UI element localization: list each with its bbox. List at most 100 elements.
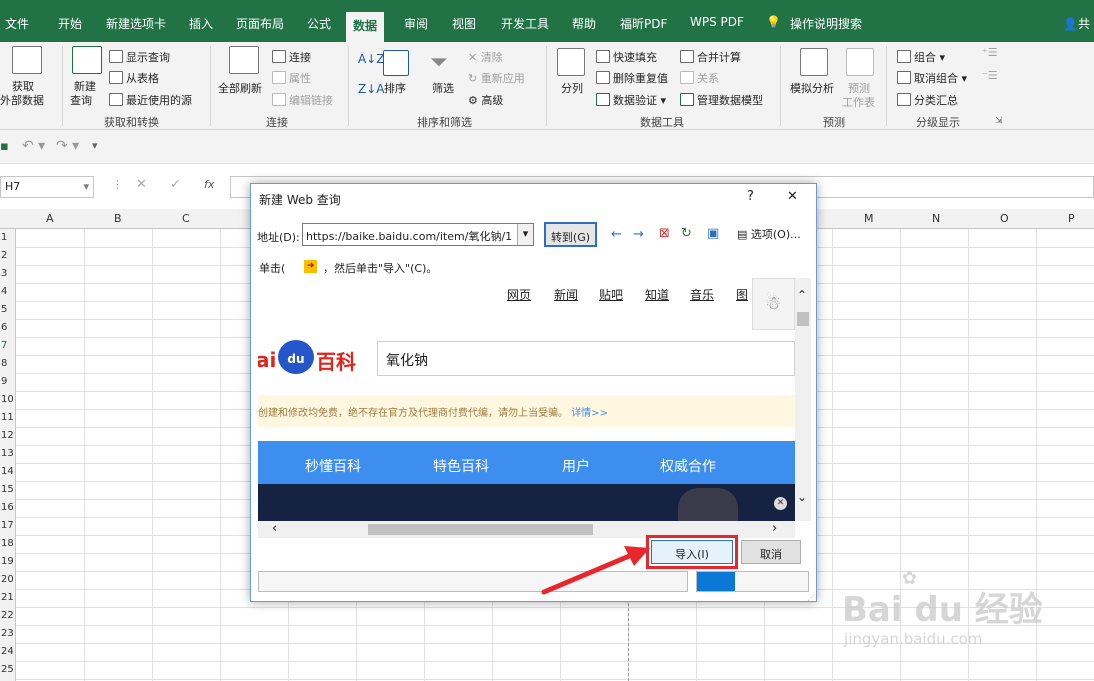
stop-icon[interactable]: ⊠ (659, 226, 670, 241)
nav-item[interactable]: 秒懂百科 (305, 456, 361, 476)
row-header[interactable]: 8 (1, 358, 7, 369)
row-header[interactable]: 12 (1, 430, 14, 441)
row-header[interactable]: 5 (1, 304, 7, 315)
baidu-nav-link[interactable]: 网页 (507, 286, 531, 303)
clear-filter-button[interactable]: ✕ 清除 (468, 49, 503, 65)
tab-home[interactable]: 开始 (58, 15, 82, 32)
tell-me-search[interactable]: 操作说明搜索 (790, 15, 862, 32)
baidu-nav-link[interactable]: 知道 (645, 286, 669, 303)
scroll-up-icon[interactable]: ⌃ (797, 288, 807, 302)
go-button[interactable]: 转到(G) (544, 222, 597, 247)
baidu-nav-link[interactable]: 音乐 (690, 286, 714, 303)
nav-item[interactable]: 用户 (562, 456, 590, 476)
scroll-thumb[interactable] (797, 312, 809, 326)
back-icon[interactable]: ← (611, 227, 622, 242)
hide-detail-icon[interactable]: ⁻☰ (982, 69, 998, 82)
resize-grip-icon[interactable]: ⋰ (807, 593, 815, 602)
row-header[interactable]: 16 (1, 502, 14, 513)
baike-search-input[interactable]: 氧化钠 (377, 341, 795, 376)
row-header[interactable]: 15 (1, 484, 14, 495)
address-dropdown-icon[interactable]: ▾ (517, 224, 533, 245)
tab-wps-pdf[interactable]: WPS PDF (690, 15, 744, 29)
text-to-columns-button[interactable]: 分列 (561, 80, 583, 96)
import-button[interactable]: 导入(I) (651, 540, 733, 564)
column-header[interactable]: M (864, 212, 874, 225)
column-header[interactable]: B (114, 212, 122, 225)
save-query-icon[interactable]: ▣ (707, 226, 719, 241)
properties-button[interactable]: 属性 (272, 70, 311, 86)
cancel-button[interactable]: 取消 (741, 540, 801, 564)
row-header[interactable]: 6 (1, 322, 7, 333)
column-header[interactable]: N (932, 212, 940, 225)
consolidate-button[interactable]: 合并计算 (680, 49, 741, 65)
tab-data[interactable]: 数据 (346, 12, 385, 42)
nav-item[interactable]: 权威合作 (660, 456, 716, 476)
remove-duplicates-button[interactable]: 删除重复值 (596, 70, 668, 86)
baidu-nav-link[interactable]: 贴吧 (599, 286, 623, 303)
row-header[interactable]: 14 (1, 466, 14, 477)
chat-widget[interactable]: ☃ (752, 278, 795, 330)
refresh-all-button[interactable]: 全部刷新 (218, 80, 262, 96)
baidu-nav-link[interactable]: 新闻 (554, 286, 578, 303)
tab-insert[interactable]: 插入 (189, 15, 213, 32)
sort-button[interactable]: 排序 (384, 80, 406, 96)
close-button[interactable]: ✕ (787, 189, 798, 204)
ungroup-button[interactable]: 取消组合 ▾ (897, 70, 967, 86)
redo-icon[interactable]: ↷ ▾ (56, 138, 79, 154)
cancel-entry-icon[interactable]: ✕ (136, 177, 147, 192)
row-header[interactable]: 3 (1, 268, 7, 279)
connections-button[interactable]: 连接 (272, 49, 311, 65)
share-button[interactable]: 👤共 (1063, 15, 1090, 32)
dialog-launcher-icon[interactable]: ⇲ (995, 116, 1003, 126)
tab-help[interactable]: 帮助 (572, 15, 596, 32)
row-header[interactable]: 11 (1, 412, 14, 423)
scroll-right-icon[interactable]: › (772, 521, 777, 536)
customize-qat-icon[interactable]: ▾ (92, 139, 98, 152)
tab-developer[interactable]: 开发工具 (501, 15, 549, 32)
hscroll-thumb[interactable] (368, 524, 593, 535)
options-button[interactable]: ▤ 选项(O)... (737, 226, 801, 242)
row-header[interactable]: 17 (1, 520, 14, 531)
what-if-analysis-button[interactable]: 模拟分析 (790, 80, 834, 96)
row-header[interactable]: 21 (1, 592, 14, 603)
close-banner-icon[interactable]: ✕ (774, 497, 787, 510)
column-header[interactable]: O (1000, 212, 1009, 225)
undo-icon[interactable]: ↶ ▾ (22, 138, 45, 154)
scroll-down-icon[interactable]: ⌄ (797, 490, 807, 504)
tab-file[interactable]: 文件 (5, 15, 29, 32)
forward-icon[interactable]: → (633, 227, 644, 242)
row-header[interactable]: 4 (1, 286, 7, 297)
vertical-scrollbar[interactable]: ⌃ ⌄ (795, 278, 811, 521)
show-detail-icon[interactable]: ⁺☰ (982, 46, 998, 59)
name-box[interactable]: H7 ▾ (0, 176, 94, 198)
column-header[interactable]: P (1068, 212, 1075, 225)
address-input[interactable]: https://baike.baidu.com/item/氧化钠/1 ▾ (302, 223, 534, 246)
tab-page-layout[interactable]: 页面布局 (236, 15, 284, 32)
baidu-nav-link[interactable]: 图 (736, 286, 748, 303)
row-header[interactable]: 9 (1, 376, 7, 387)
row-header[interactable]: 20 (1, 574, 14, 585)
tab-review[interactable]: 审阅 (404, 15, 428, 32)
web-preview[interactable]: 网页 新闻 贴吧 知道 音乐 图 ☃ ai du 百科 氧化钠 创建和修改均免费… (258, 278, 795, 521)
tab-foxit-pdf[interactable]: 福昕PDF (620, 15, 667, 32)
column-header[interactable]: C (182, 212, 190, 225)
scroll-left-icon[interactable]: ‹ (272, 521, 277, 536)
row-header[interactable]: 18 (1, 538, 14, 549)
baidu-baike-logo[interactable]: ai du 百科 (258, 330, 378, 380)
nav-item[interactable]: 特色百科 (433, 456, 489, 476)
confirm-entry-icon[interactable]: ✓ (170, 177, 181, 192)
manage-data-model-button[interactable]: 管理数据模型 (680, 92, 763, 108)
advanced-filter-button[interactable]: ⚙ 高级 (468, 92, 503, 108)
row-header[interactable]: 2 (1, 250, 7, 261)
tab-view[interactable]: 视图 (452, 15, 476, 32)
refresh-icon[interactable]: ↻ (681, 226, 692, 241)
tab-formulas[interactable]: 公式 (307, 15, 331, 32)
save-icon[interactable]: ▪ (0, 139, 9, 154)
row-header[interactable]: 19 (1, 556, 14, 567)
row-header[interactable]: 7 (1, 340, 7, 351)
row-header[interactable]: 1 (1, 232, 7, 243)
row-header[interactable]: 10 (1, 394, 14, 405)
reapply-button[interactable]: ↻ 重新应用 (468, 70, 525, 86)
from-table-button[interactable]: 从表格 (109, 70, 159, 86)
filter-button[interactable]: 筛选 (432, 80, 454, 96)
